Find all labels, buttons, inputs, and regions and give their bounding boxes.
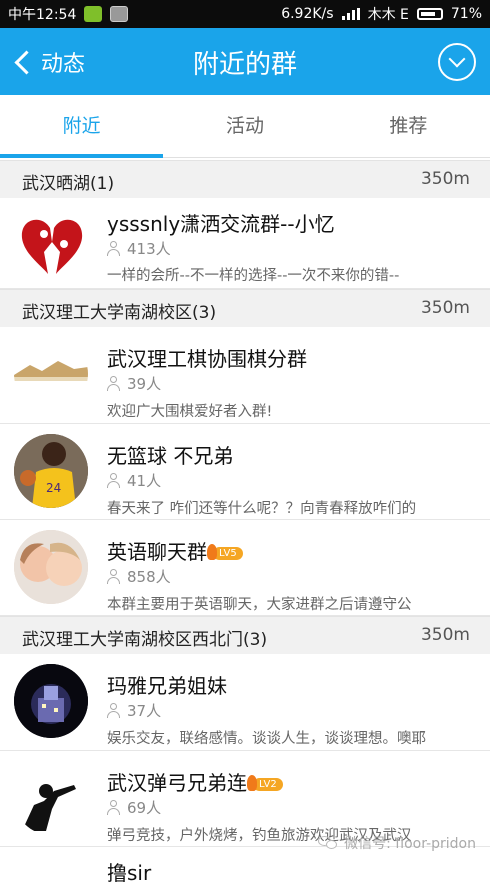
tab-recommended[interactable]: 推荐 (327, 95, 490, 157)
group-row[interactable]: 武汉理工棋协围棋分群 39人 欢迎广大围棋爱好者入群! (0, 327, 490, 424)
member-count-label: 413人 (127, 240, 171, 258)
group-name-label: 武汉弹弓兄弟连 (107, 771, 247, 795)
tab-nearby[interactable]: 附近 (0, 95, 164, 158)
children-avatar (14, 530, 88, 604)
group-name: 玛雅兄弟姐妹 (107, 674, 227, 698)
group-name: 武汉理工棋协围棋分群 (107, 347, 307, 371)
location-name: 武汉理工大学南湖校区西北门(3) (22, 630, 268, 650)
group-level-badge: LV5 (207, 544, 243, 560)
member-count-label: 37人 (127, 702, 162, 720)
member-count-label: 858人 (127, 568, 171, 586)
member-count: 413人 (107, 238, 171, 259)
night-city-avatar (14, 664, 88, 738)
member-count: 858人 (107, 566, 171, 587)
person-icon (107, 376, 121, 391)
person-icon (107, 569, 121, 584)
group-description: 欢迎广大围棋爱好者入群! (107, 404, 273, 420)
status-bar: 中午12:54 6.92K/s 木木 E 71% (0, 0, 490, 28)
dropdown-menu-button[interactable] (438, 43, 476, 81)
title-bar: 动态 附近的群 (0, 28, 490, 95)
group-row[interactable]: 玛雅兄弟姐妹 37人 娱乐交友，联络感情。谈谈人生，谈谈理想。噢耶 (0, 654, 490, 751)
group-name: 撸sir (107, 861, 152, 885)
status-time: 中午12:54 (8, 7, 77, 23)
group-name: 武汉弹弓兄弟连 LV2 (107, 767, 283, 796)
group-description: 本群主要用于英语聊天，大家进群之后请遵守公 (107, 597, 412, 613)
member-count: 39人 (107, 373, 161, 394)
group-name: 英语聊天群 LV5 (107, 536, 243, 565)
wechat-icon (318, 835, 340, 851)
basketball-player-avatar: 24 (14, 434, 88, 508)
signal-icon (341, 8, 360, 20)
svg-text:24: 24 (46, 481, 61, 495)
member-count-label: 69人 (127, 799, 162, 817)
app-notification-icon (84, 6, 103, 22)
member-count: 41人 (107, 470, 161, 491)
member-count-label: 41人 (127, 472, 162, 490)
location-name: 武汉晒湖(1) (22, 174, 115, 194)
location-name: 武汉理工大学南湖校区(3) (22, 303, 217, 323)
location-distance: 350m (420, 625, 470, 645)
tab-bar: 附近 活动 推荐 (0, 95, 490, 158)
group-row[interactable]: ysssnly潇洒交流群--小忆 413人 一样的会所--不一样的选择--一次不… (0, 198, 490, 289)
location-section-header: 武汉理工大学南湖校区西北门(3) 350m (0, 616, 490, 655)
group-name: 无篮球 不兄弟 (107, 444, 234, 468)
group-row[interactable]: 英语聊天群 LV5 858人 本群主要用于英语聊天，大家进群之后请遵守公 (0, 520, 490, 616)
person-icon (107, 800, 121, 815)
group-description: 娱乐交友，联络感情。谈谈人生，谈谈理想。噢耶 (107, 731, 426, 747)
carrier-label: 木木 E (367, 7, 409, 23)
tab-activities[interactable]: 活动 (163, 95, 326, 157)
group-description: 一样的会所--不一样的选择--一次不来你的错-- (107, 268, 400, 284)
group-row[interactable]: 24 无篮球 不兄弟 41人 春天来了 咋们还等什么呢？？向青春释放咋们的 (0, 424, 490, 520)
location-distance: 350m (420, 298, 470, 318)
broken-heart-avatar (14, 208, 88, 282)
member-count: 37人 (107, 700, 161, 721)
watermark-text: 微信号: floor-pridon (344, 836, 476, 852)
person-icon (107, 473, 121, 488)
wechat-watermark: 微信号: floor-pridon (318, 833, 476, 853)
location-section-header: 武汉晒湖(1) 350m (0, 160, 490, 199)
slingshot-silhouette-avatar (14, 761, 88, 835)
landscape-avatar (14, 337, 88, 411)
page-title: 附近的群 (192, 50, 297, 80)
location-section-header: 武汉理工大学南湖校区(3) 350m (0, 289, 490, 328)
battery-icon (416, 8, 443, 20)
chevron-down-icon (448, 50, 466, 68)
group-name: ysssnly潇洒交流群--小忆 (107, 212, 335, 236)
person-icon (107, 703, 121, 718)
screenshot-notification-icon (110, 6, 129, 22)
group-description: 春天来了 咋们还等什么呢？？向青春释放咋们的 (107, 501, 417, 517)
network-speed: 6.92K/s (281, 6, 334, 22)
group-name-label: 英语聊天群 (107, 540, 207, 564)
member-count-label: 39人 (127, 375, 162, 393)
member-count: 69人 (107, 797, 161, 818)
group-level-badge: LV2 (247, 775, 283, 791)
battery-level: 71% (450, 6, 482, 22)
location-distance: 350m (420, 169, 470, 189)
person-icon (107, 241, 121, 256)
